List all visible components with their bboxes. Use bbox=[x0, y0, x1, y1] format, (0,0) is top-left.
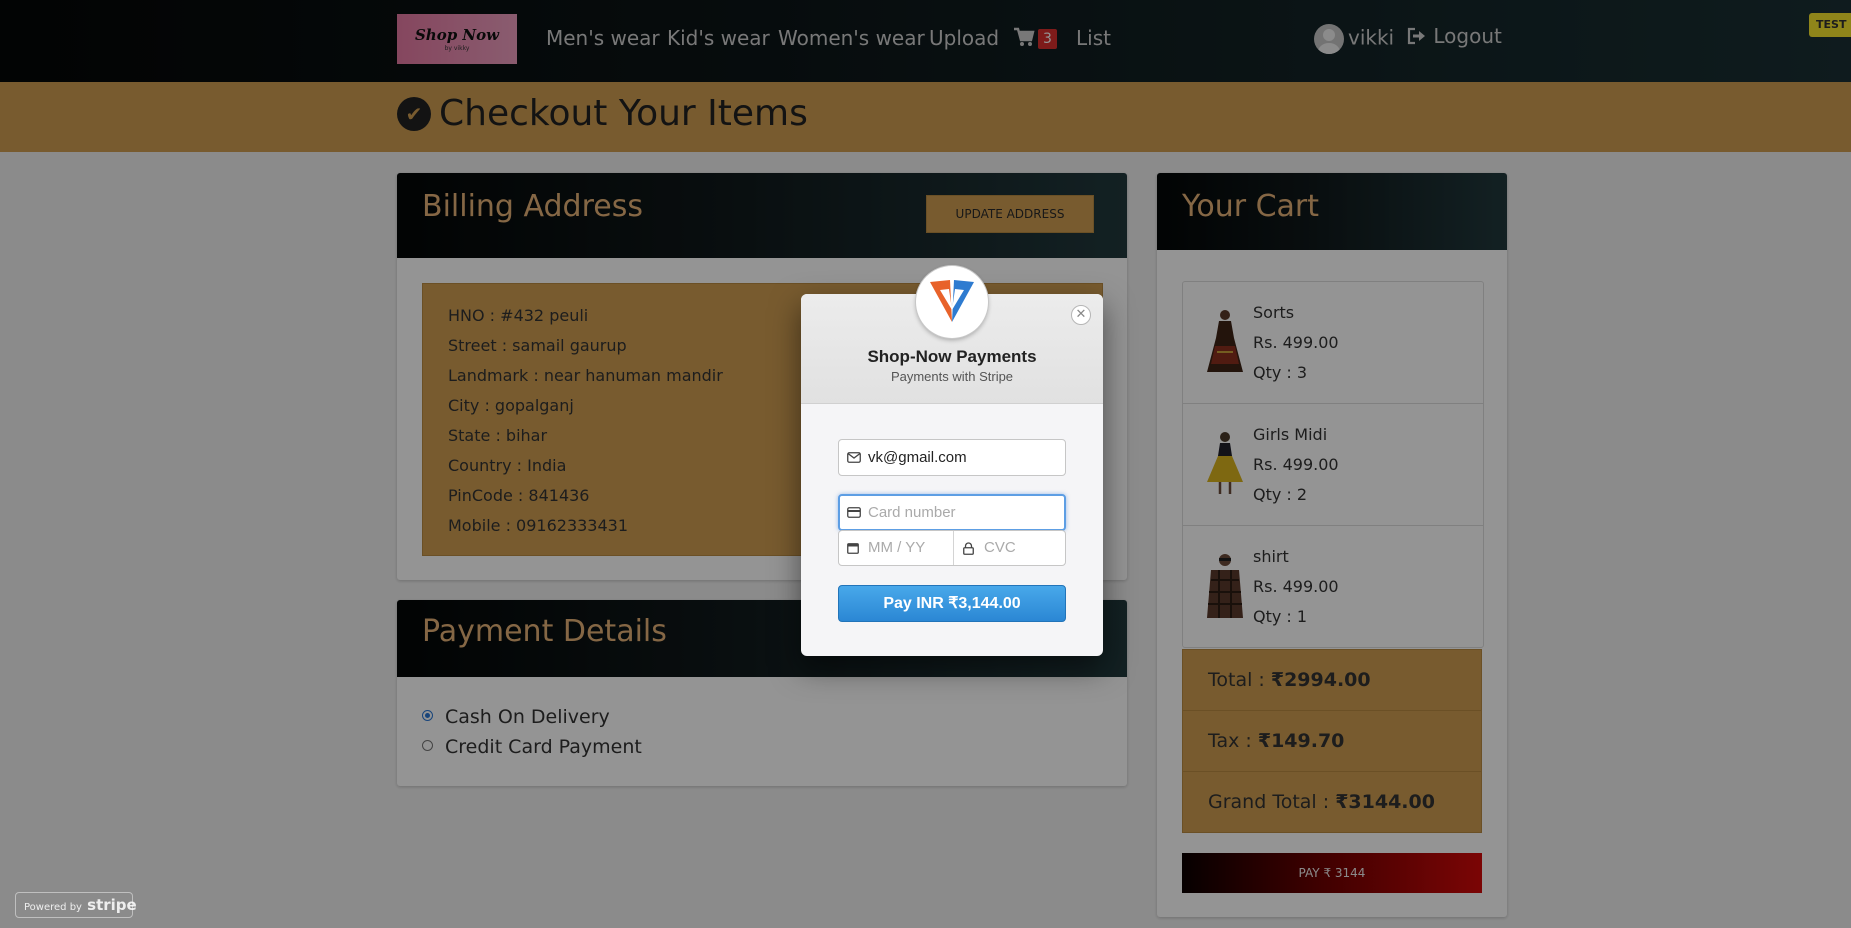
expiry-field[interactable]: MM / YY bbox=[839, 531, 953, 565]
email-value: vk@gmail.com bbox=[868, 449, 967, 466]
lock-icon bbox=[963, 531, 974, 565]
credit-card-icon bbox=[847, 496, 861, 529]
email-field[interactable]: vk@gmail.com bbox=[838, 439, 1066, 476]
modal-title: Shop-Now Payments bbox=[867, 347, 1037, 366]
powered-by-stripe-badge[interactable]: Powered by stripe bbox=[15, 892, 137, 918]
close-icon[interactable]: ✕ bbox=[1071, 305, 1091, 325]
expiry-cvc-row: MM / YY CVC bbox=[838, 530, 1066, 566]
powered-by-prefix: Powered by bbox=[24, 902, 82, 913]
merchant-logo bbox=[916, 266, 988, 338]
stripe-pay-button[interactable]: Pay INR ₹3,144.00 bbox=[838, 585, 1066, 622]
modal-subtitle: Payments with Stripe bbox=[890, 369, 1014, 384]
calendar-icon bbox=[847, 531, 859, 565]
expiry-placeholder: MM / YY bbox=[868, 539, 926, 556]
cvc-field[interactable]: CVC bbox=[953, 531, 1068, 565]
card-number-field[interactable]: Card number bbox=[838, 494, 1066, 531]
stripe-checkout-modal: ✕ Shop-Now Payments Payments with Stripe… bbox=[801, 266, 1103, 656]
stripe-wordmark: stripe bbox=[87, 896, 137, 914]
cvc-placeholder: CVC bbox=[984, 539, 1016, 556]
card-number-placeholder: Card number bbox=[868, 504, 956, 521]
v-logo-icon bbox=[920, 270, 984, 334]
envelope-icon bbox=[847, 440, 861, 475]
